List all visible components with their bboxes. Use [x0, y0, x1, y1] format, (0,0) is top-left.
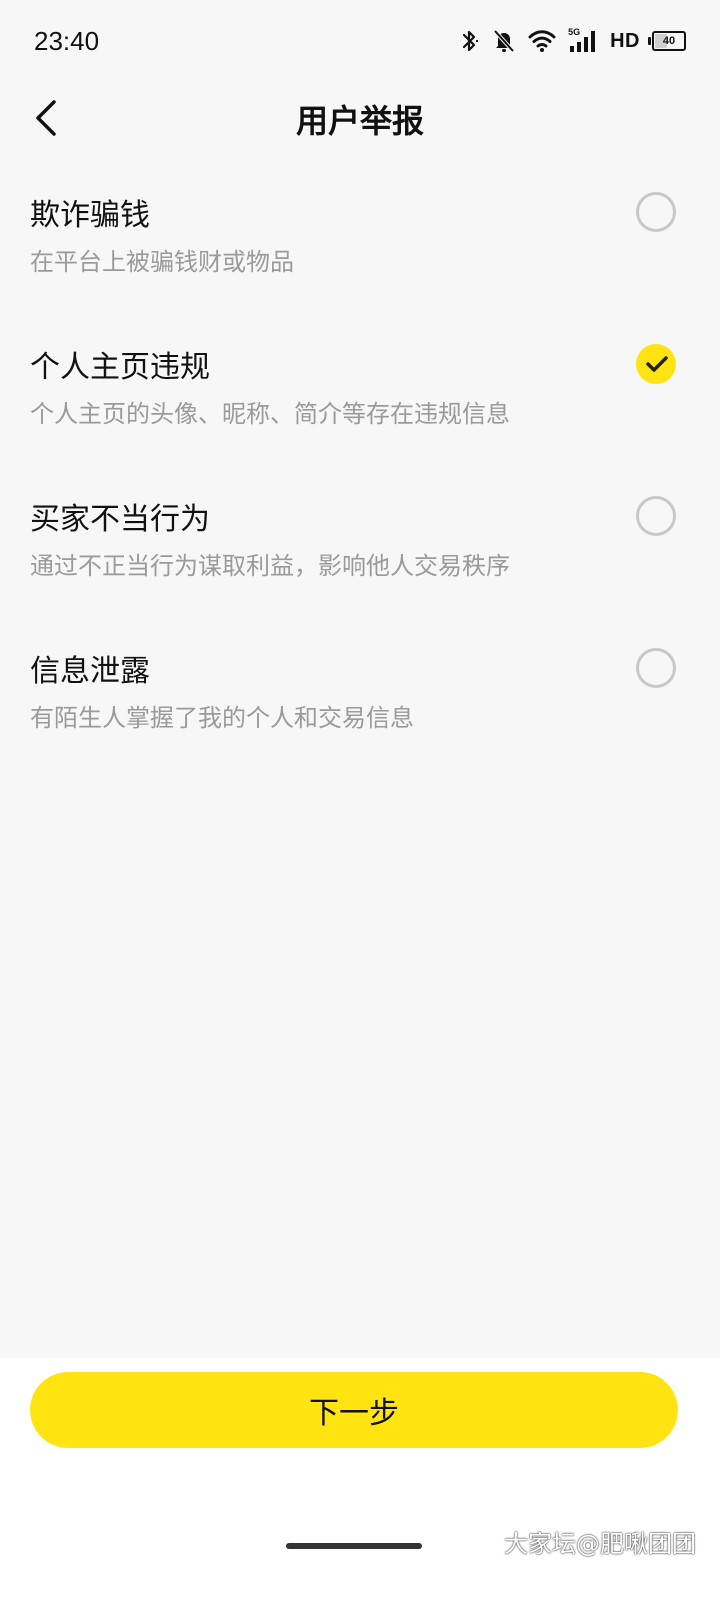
radio-button[interactable]	[636, 192, 676, 232]
report-option-fraud[interactable]: 欺诈骗钱 在平台上被骗钱财或物品	[0, 180, 720, 332]
option-title: 个人主页违规	[30, 350, 210, 385]
report-option-info-leak[interactable]: 信息泄露 有陌生人掌握了我的个人和交易信息	[0, 636, 720, 788]
wifi-icon	[528, 29, 556, 53]
option-description: 通过不正当行为谋取利益，影响他人交易秩序	[30, 552, 510, 580]
next-step-button[interactable]: 下一步	[30, 1372, 678, 1448]
report-options-list: 欺诈骗钱 在平台上被骗钱财或物品 个人主页违规 个人主页的头像、昵称、简介等存在…	[0, 180, 720, 788]
bottom-action-area: 下一步 大家坛@肥啾团团	[0, 1358, 720, 1600]
checkmark-icon	[645, 354, 669, 374]
battery-level: 40	[662, 35, 676, 47]
header: 用户举报	[0, 80, 720, 156]
radio-button[interactable]	[636, 496, 676, 536]
watermark-text: 大家坛@肥啾团团	[504, 1530, 696, 1558]
status-icons: 5G HD 40	[460, 26, 686, 56]
option-description: 有陌生人掌握了我的个人和交易信息	[30, 704, 414, 732]
report-option-profile-violation[interactable]: 个人主页违规 个人主页的头像、昵称、简介等存在违规信息	[0, 332, 720, 484]
signal-icon: 5G	[568, 27, 598, 53]
option-title: 信息泄露	[30, 654, 150, 689]
option-title: 欺诈骗钱	[30, 198, 150, 233]
bluetooth-icon	[460, 28, 480, 54]
report-option-buyer-misconduct[interactable]: 买家不当行为 通过不正当行为谋取利益，影响他人交易秩序	[0, 484, 720, 636]
mute-icon	[492, 28, 516, 54]
radio-button[interactable]	[636, 648, 676, 688]
network-type-label: 5G	[568, 27, 581, 37]
option-description: 在平台上被骗钱财或物品	[30, 248, 294, 276]
page-title: 用户举报	[295, 102, 424, 140]
status-time: 23:40	[34, 26, 100, 56]
battery-icon: 40	[648, 31, 686, 51]
home-indicator[interactable]	[286, 1543, 422, 1549]
option-title: 买家不当行为	[30, 502, 210, 537]
radio-button-selected[interactable]	[636, 344, 676, 384]
status-bar: 23:40 5G HD 40	[0, 0, 720, 80]
option-description: 个人主页的头像、昵称、简介等存在违规信息	[30, 400, 510, 428]
hd-label: HD	[610, 29, 640, 52]
